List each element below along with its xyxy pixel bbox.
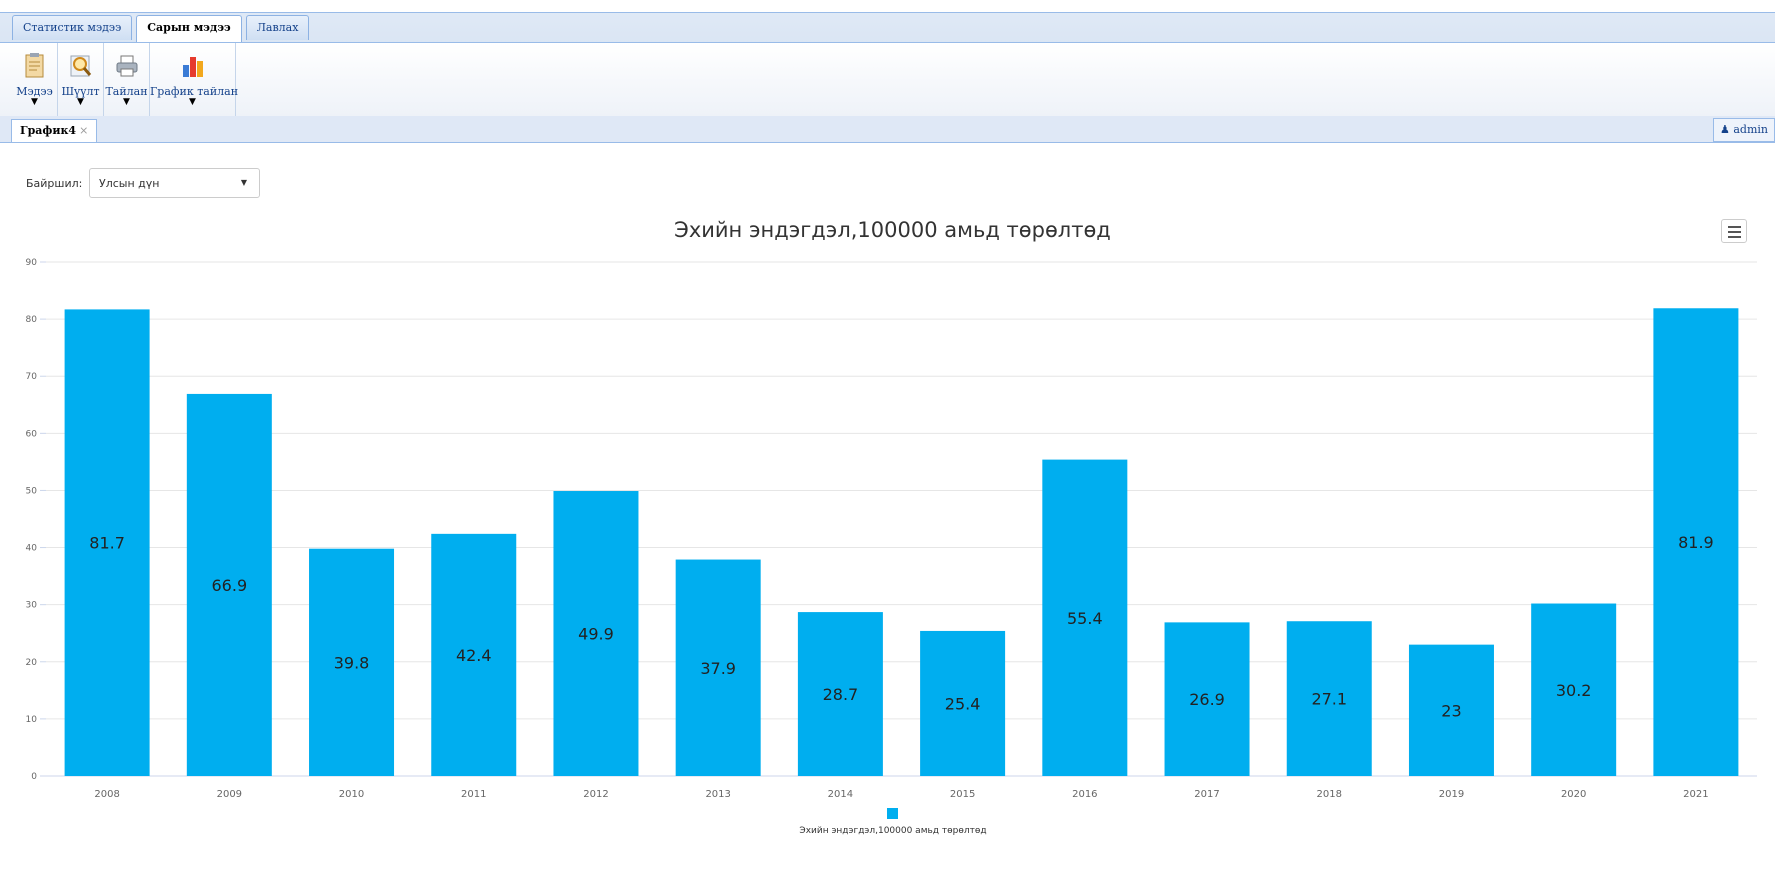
y-tick-label: 90 (26, 258, 38, 268)
y-tick-label: 30 (26, 601, 38, 611)
data-label: 30.2 (1556, 681, 1592, 700)
y-tick-label: 10 (26, 715, 38, 725)
data-label: 28.7 (823, 685, 859, 704)
x-tick-label: 2013 (705, 789, 730, 800)
x-tick-label: 2010 (339, 789, 364, 800)
data-label: 81.7 (89, 534, 125, 553)
x-tick-label: 2012 (583, 789, 608, 800)
x-tick-label: 2009 (217, 789, 242, 800)
x-tick-label: 2011 (461, 789, 486, 800)
x-tick-label: 2015 (950, 789, 975, 800)
data-label: 55.4 (1067, 609, 1103, 628)
data-label: 66.9 (212, 576, 248, 595)
x-tick-label: 2020 (1561, 789, 1586, 800)
data-label: 49.9 (578, 625, 614, 644)
data-label: 25.4 (945, 694, 981, 713)
data-label: 42.4 (456, 646, 492, 665)
legend-swatch (887, 808, 898, 819)
x-tick-label: 2021 (1683, 789, 1708, 800)
x-tick-label: 2014 (828, 789, 853, 800)
x-tick-label: 2019 (1439, 789, 1464, 800)
bar-chart: 0 10 20 30 40 50 60 70 80 90 81.7 2008 66.9 2009 39.8 2… (26, 258, 1757, 836)
data-label: 39.8 (334, 653, 370, 672)
y-tick-label: 40 (26, 544, 38, 554)
x-tick-label: 2018 (1317, 789, 1342, 800)
data-label: 81.9 (1678, 533, 1714, 552)
data-label: 37.9 (700, 659, 736, 678)
x-tick-label: 2017 (1194, 789, 1219, 800)
data-label: 26.9 (1189, 690, 1225, 709)
y-tick-label: 50 (26, 486, 38, 496)
y-tick-label: 80 (26, 315, 38, 325)
y-tick-label: 70 (26, 372, 38, 382)
x-tick-label: 2008 (94, 789, 119, 800)
y-tick-label: 20 (26, 658, 38, 668)
x-tick-label: 2016 (1072, 789, 1097, 800)
legend-label: Эхийн эндэгдэл,100000 амьд төрөлтөд (799, 826, 986, 836)
data-label: 23 (1441, 701, 1461, 720)
data-label: 27.1 (1311, 690, 1347, 709)
y-tick-label: 0 (31, 772, 37, 782)
y-tick-label: 60 (26, 429, 38, 439)
